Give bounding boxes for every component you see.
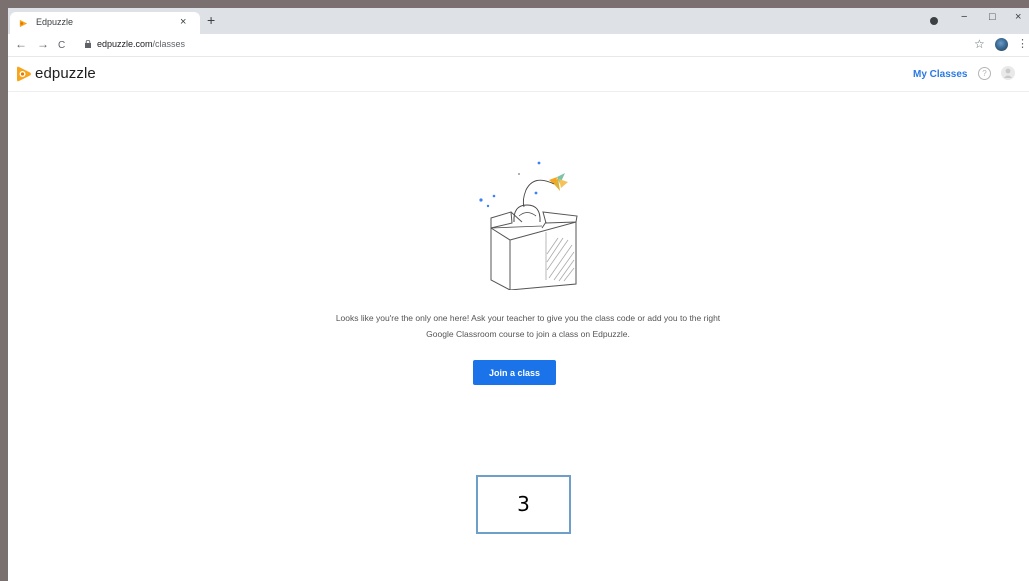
edpuzzle-logo-icon[interactable] xyxy=(15,65,33,83)
account-icon[interactable] xyxy=(995,38,1008,51)
reload-button[interactable]: C xyxy=(58,39,65,52)
window-close-button[interactable]: × xyxy=(1015,11,1021,23)
browser-toolbar: ← → C edpuzzle.com/classes ☆ ⋮ xyxy=(8,34,1029,57)
step-number-callout: 3 xyxy=(476,475,571,534)
help-icon[interactable]: ? xyxy=(978,67,991,80)
forward-button[interactable]: → xyxy=(37,38,49,51)
maximize-button[interactable]: □ xyxy=(989,11,996,23)
new-tab-button[interactable]: + xyxy=(207,13,215,27)
avatar-icon[interactable] xyxy=(1001,66,1015,80)
empty-state-line-2: Google Classroom course to join a class … xyxy=(426,329,630,339)
url-host: edpuzzle.com xyxy=(97,39,153,49)
empty-state-message: Looks like you're the only one here! Ask… xyxy=(268,310,788,342)
star-icon[interactable]: ☆ xyxy=(974,37,985,51)
tab-edpuzzle[interactable]: Edpuzzle × xyxy=(10,12,200,34)
site-header: edpuzzle My Classes ? xyxy=(8,57,1029,92)
back-button[interactable]: ← xyxy=(15,38,27,51)
address-bar[interactable]: edpuzzle.com/classes xyxy=(97,39,185,49)
logo-text[interactable]: edpuzzle xyxy=(35,65,96,82)
tab-close-icon[interactable]: × xyxy=(180,16,186,28)
my-classes-link[interactable]: My Classes xyxy=(913,69,967,80)
avatar-silhouette-icon xyxy=(1004,68,1012,78)
browser-window: Edpuzzle × + − □ × ← → C edpuzzle.com/cl… xyxy=(8,8,1029,581)
join-class-button[interactable]: Join a class xyxy=(473,360,556,385)
edpuzzle-favicon-icon xyxy=(19,19,28,28)
url-path: /classes xyxy=(152,39,186,49)
minimize-button[interactable]: − xyxy=(961,11,967,23)
tab-strip: Edpuzzle × + − □ × xyxy=(8,8,1029,34)
browser-menu-icon[interactable]: ⋮ xyxy=(1017,37,1028,50)
tab-title: Edpuzzle xyxy=(36,17,74,27)
extension-icon[interactable] xyxy=(930,17,938,25)
lock-icon xyxy=(85,40,91,48)
empty-box-illustration xyxy=(479,161,578,290)
empty-state-line-1: Looks like you're the only one here! Ask… xyxy=(335,313,721,323)
